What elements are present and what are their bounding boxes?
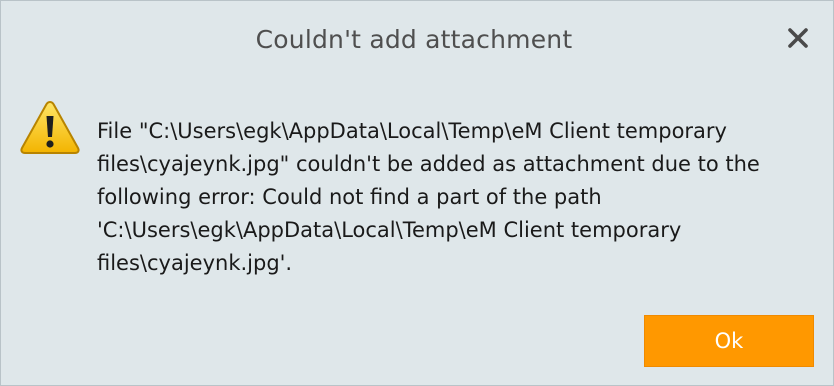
- message-line: following error: Could not find a part o…: [97, 185, 602, 209]
- message-line: File "C:\Users\egk\AppData\Local\Temp\eM…: [97, 119, 727, 143]
- close-icon[interactable]: [785, 25, 811, 51]
- message-line: files\cyajeynk.jpg'.: [97, 251, 293, 275]
- dialog-title: Couldn't add attachment: [255, 25, 573, 54]
- message-line: files\cyajeynk.jpg" couldn't be added as…: [97, 152, 760, 176]
- error-dialog: Couldn't add attachment File "C:\Users\e…: [0, 0, 834, 386]
- message-line: 'C:\Users\egk\AppData\Local\Temp\eM Clie…: [97, 218, 682, 242]
- warning-icon: [19, 99, 81, 155]
- error-message: File "C:\Users\egk\AppData\Local\Temp\eM…: [97, 115, 787, 280]
- ok-button[interactable]: Ok: [644, 315, 814, 367]
